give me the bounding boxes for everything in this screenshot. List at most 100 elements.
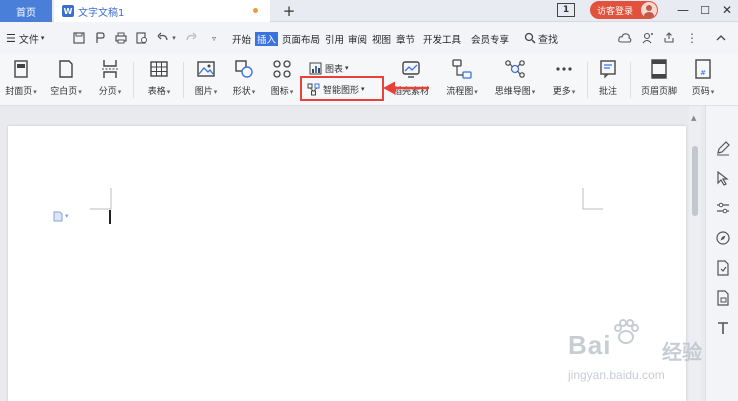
- unsaved-dot-icon: [253, 8, 258, 13]
- watermark-url: jingyan.baidu.com: [568, 368, 665, 382]
- page-number-label: 页码: [691, 87, 710, 97]
- save-icon[interactable]: [72, 31, 86, 45]
- watermark-brand-cn: 经验: [662, 340, 702, 364]
- table-label: 表格: [147, 87, 166, 97]
- pen-edit-icon[interactable]: [715, 140, 731, 156]
- comment-icon: [600, 60, 616, 79]
- baidu-jingyan-watermark: Bai 经验 jingyan.baidu.com: [568, 319, 733, 392]
- search-button[interactable]: 查找: [524, 30, 570, 46]
- ribbon-divider: [133, 62, 134, 98]
- page-break-button[interactable]: 分页▾: [92, 58, 128, 102]
- scroll-up-icon[interactable]: ▲: [691, 114, 696, 122]
- cover-page-icon: [14, 60, 28, 78]
- shape-label: 形状: [232, 87, 251, 97]
- minimize-button[interactable]: —: [672, 0, 694, 20]
- file-menu-label: 文件: [18, 34, 39, 46]
- scrollbar-thumb[interactable]: [692, 146, 698, 216]
- file-menu[interactable]: ☰ 文件 ▾: [6, 31, 45, 46]
- shape-button[interactable]: 形状▾: [226, 58, 262, 102]
- flowchart-label: 流程图: [446, 87, 474, 97]
- mind-map-button[interactable]: 思维导图▾: [490, 58, 540, 102]
- ribbon-divider: [183, 62, 184, 98]
- print-preview-icon[interactable]: [135, 31, 149, 45]
- more-options-icon[interactable]: ⋮: [685, 31, 699, 45]
- cloud-sync-icon[interactable]: [618, 31, 632, 45]
- baidu-paw-icon: [614, 319, 639, 344]
- collapse-ribbon-icon[interactable]: [714, 31, 728, 45]
- document-check-icon[interactable]: [715, 260, 731, 276]
- chevron-down-icon: ▾: [345, 64, 349, 72]
- select-pointer-icon[interactable]: [715, 170, 731, 186]
- redo-icon[interactable]: [184, 31, 198, 45]
- comment-label: 批注: [598, 87, 617, 97]
- header-footer-button[interactable]: 页眉页脚: [636, 58, 682, 102]
- more-button[interactable]: 更多▾: [546, 58, 582, 102]
- adjust-sliders-icon[interactable]: [715, 200, 731, 216]
- tab-home[interactable]: 首页: [0, 0, 52, 22]
- docer-material-icon: [402, 61, 420, 78]
- undo-dropdown-icon[interactable]: ▾: [170, 31, 178, 45]
- blank-page-button[interactable]: 空白页▾: [47, 58, 85, 102]
- guest-login-button[interactable]: 访客登录: [590, 1, 658, 19]
- watermark-brand: Bai: [568, 330, 612, 360]
- ribbon-divider: [630, 62, 631, 98]
- more-label: 更多: [552, 87, 571, 97]
- flowchart-button[interactable]: 流程图▾: [442, 58, 482, 102]
- chart-label: 图表: [325, 64, 344, 75]
- writer-doc-icon: W: [62, 5, 74, 17]
- chart-icon: [309, 62, 322, 74]
- tab-developer[interactable]: 开发工具: [423, 32, 461, 46]
- avatar: [641, 2, 657, 18]
- hamburger-icon: ☰: [6, 31, 16, 45]
- search-icon: [524, 32, 536, 44]
- window-count-badge[interactable]: 1: [557, 3, 575, 17]
- header-footer-label: 页眉页脚: [640, 87, 677, 97]
- tab-document-label: 文字文稿1: [78, 7, 125, 19]
- tab-start[interactable]: 开始: [232, 32, 251, 46]
- cover-page-button[interactable]: 封面页▾: [3, 58, 39, 102]
- icon-library-icon: [273, 60, 291, 78]
- table-button[interactable]: 表格▾: [140, 58, 178, 102]
- maximize-button[interactable]: ☐: [694, 0, 716, 20]
- chart-button[interactable]: 图表 ▾: [309, 61, 349, 75]
- title-bar: 首页 W 文字文稿1 + 1 访客登录 — ☐ ✕: [0, 0, 738, 22]
- tab-view[interactable]: 视图: [372, 32, 391, 46]
- tab-insert[interactable]: 插入: [255, 32, 279, 46]
- share-icon[interactable]: [662, 31, 676, 45]
- tab-chapter[interactable]: 章节: [396, 32, 415, 46]
- ribbon-divider: [587, 62, 588, 98]
- compass-icon[interactable]: [715, 230, 731, 246]
- print-icon[interactable]: [114, 31, 128, 45]
- flowchart-icon: [452, 59, 472, 79]
- tab-references[interactable]: 引用: [325, 32, 344, 46]
- text-cursor: [109, 210, 111, 224]
- new-tab-button[interactable]: +: [280, 0, 298, 22]
- comment-button[interactable]: 批注: [592, 58, 624, 102]
- margin-mark-top-right: [582, 188, 603, 210]
- shape-icon: [235, 60, 253, 78]
- search-label: 查找: [538, 34, 558, 46]
- undo-icon[interactable]: [156, 31, 170, 45]
- table-icon: [150, 61, 168, 77]
- customize-toolbar-icon[interactable]: ▿: [207, 31, 221, 45]
- paragraph-handle[interactable]: ▾: [53, 210, 77, 222]
- close-button[interactable]: ✕: [716, 0, 738, 20]
- tab-page-layout[interactable]: 页面布局: [282, 32, 320, 46]
- annotation-arrow-icon: [383, 81, 429, 95]
- tab-review[interactable]: 审阅: [348, 32, 367, 46]
- page-number-button[interactable]: # 页码▾: [686, 58, 720, 102]
- document-format-icon[interactable]: [715, 290, 731, 306]
- chevron-down-icon: ▾: [40, 34, 45, 42]
- picture-label: 图片: [194, 87, 213, 97]
- blank-page-icon: [59, 60, 73, 78]
- header-footer-icon: [651, 59, 667, 79]
- picture-icon: [197, 61, 215, 77]
- tab-document[interactable]: W 文字文稿1: [54, 0, 270, 22]
- export-pdf-icon[interactable]: [93, 31, 107, 45]
- tab-membership[interactable]: 会员专享: [471, 32, 509, 46]
- mind-map-icon: [505, 60, 525, 78]
- margin-mark-top-left: [90, 188, 112, 210]
- picture-button[interactable]: 图片▾: [188, 58, 224, 102]
- icons-button[interactable]: 图标▾: [264, 58, 300, 102]
- collaborate-icon[interactable]: [641, 31, 655, 45]
